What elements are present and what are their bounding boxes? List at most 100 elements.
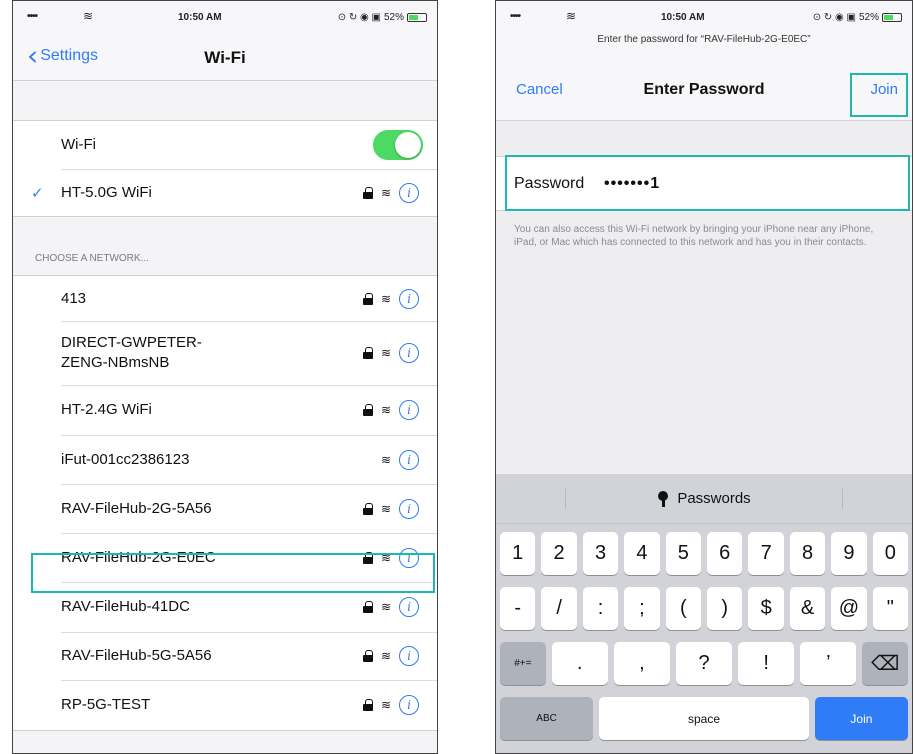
key-0[interactable]: 0 <box>872 532 909 575</box>
password-sharing-note: You can also access this Wi-Fi network b… <box>514 224 874 248</box>
key-close-paren[interactable]: ) <box>707 587 743 630</box>
key-dollar[interactable]: $ <box>748 587 784 630</box>
key-9[interactable]: 9 <box>831 532 867 575</box>
key-quote[interactable]: " <box>872 587 909 630</box>
wifi-status-icon: ≋ <box>566 9 577 23</box>
info-icon[interactable]: i <box>399 597 419 617</box>
wifi-signal-icon: ≋ <box>380 452 391 467</box>
info-icon[interactable]: i <box>399 695 419 715</box>
wifi-settings-screen: •••• ≋ 10:50 AM ⊙ ↻ ◉ ▣ 52% ‹ Settings W… <box>12 0 438 754</box>
wifi-signal-icon: ≋ <box>380 698 391 712</box>
key-8[interactable]: 8 <box>789 532 826 575</box>
network-list: 413 ≋ i DIRECT-GWPETER- ZENG-NBmsNB ≋ i HT… <box>13 275 437 731</box>
quicktype-bar[interactable]: Passwords <box>496 474 912 524</box>
network-row[interactable]: iFut-001cc2386123 ≋ i <box>13 435 437 484</box>
wifi-status-icon: ≋ <box>83 9 94 23</box>
lock-icon <box>362 347 373 359</box>
key-4[interactable]: 4 <box>624 532 660 575</box>
key-6[interactable]: 6 <box>707 532 743 575</box>
info-icon[interactable]: i <box>399 646 419 666</box>
join-button-highlight <box>850 73 908 117</box>
keyboard-join-key[interactable]: Join <box>814 697 908 740</box>
network-row[interactable]: RP-5G-TEST ≋ i <box>13 680 437 730</box>
key-2[interactable]: 2 <box>541 532 577 575</box>
network-name: RP-5G-TEST <box>61 696 151 713</box>
key-5[interactable]: 5 <box>665 532 702 575</box>
info-icon[interactable]: i <box>399 182 419 203</box>
key-comma[interactable]: , <box>613 642 670 685</box>
info-icon[interactable]: i <box>399 288 419 309</box>
wifi-signal-icon: ≋ <box>380 185 391 200</box>
status-right: ⊙ ↻ ◉ ▣ 52% <box>813 12 902 23</box>
selected-network-highlight <box>31 553 435 593</box>
battery-percent: 52% <box>383 12 404 23</box>
network-row[interactable]: 413 ≋ i <box>13 276 437 321</box>
wifi-signal-icon: ≋ <box>380 403 391 417</box>
lock-icon <box>362 404 373 416</box>
info-icon[interactable]: i <box>399 400 419 420</box>
delete-key-icon[interactable]: ⌫ <box>862 642 909 685</box>
key-3[interactable]: 3 <box>582 532 619 575</box>
wifi-toggle[interactable] <box>373 130 423 160</box>
cellular-signal-icon: •••• <box>510 11 521 22</box>
wifi-signal-icon: ≋ <box>380 346 391 360</box>
battery-icon <box>407 13 427 22</box>
connected-network-row[interactable]: ✓ HT-5.0G WiFi ≋ i <box>13 169 437 216</box>
info-icon[interactable]: i <box>399 343 419 363</box>
space-key[interactable]: space <box>599 697 809 740</box>
network-row[interactable]: RAV-FileHub-2G-5A56 ≋ i <box>13 484 437 533</box>
status-indicators: ⊙ ↻ ◉ ▣ <box>337 12 381 23</box>
lock-icon <box>362 186 373 199</box>
network-name: RAV-FileHub-5G-5A56 <box>61 647 212 664</box>
info-icon[interactable]: i <box>399 449 419 470</box>
key-open-paren[interactable]: ( <box>665 587 702 630</box>
key-hyphen[interactable]: - <box>500 587 536 630</box>
toggle-knob <box>395 132 421 158</box>
wifi-group: Wi-Fi ✓ HT-5.0G WiFi ≋ i <box>13 120 437 217</box>
key-question[interactable]: ? <box>675 642 733 685</box>
wifi-signal-icon: ≋ <box>380 600 391 614</box>
status-time: 10:50 AM <box>178 12 222 23</box>
key-apostrophe[interactable]: ’ <box>800 642 857 685</box>
key-period[interactable]: . <box>551 642 608 685</box>
status-time: 10:50 AM <box>661 12 705 23</box>
key-at[interactable]: @ <box>831 587 867 630</box>
lock-icon <box>362 502 373 515</box>
network-name: RAV-FileHub-2G-5A56 <box>61 499 212 517</box>
key-1[interactable]: 1 <box>500 532 536 575</box>
lock-icon <box>362 292 373 305</box>
key-ampersand[interactable]: & <box>789 587 826 630</box>
wifi-toggle-row: Wi-Fi <box>13 121 437 169</box>
lock-icon <box>362 601 373 613</box>
network-name: 413 <box>61 289 87 307</box>
symbols-shift-key[interactable]: #+= <box>500 642 546 685</box>
lock-icon <box>362 699 373 711</box>
wifi-signal-icon: ≋ <box>380 291 391 306</box>
key-semicolon[interactable]: ; <box>624 587 660 630</box>
info-icon[interactable]: i <box>399 498 419 519</box>
abc-key[interactable]: ABC <box>500 697 594 740</box>
key-colon[interactable]: : <box>582 587 619 630</box>
key-slash[interactable]: / <box>541 587 577 630</box>
network-name: RAV-FileHub-41DC <box>61 598 190 615</box>
passwords-suggestion[interactable]: Passwords <box>677 490 750 507</box>
network-name-line2: ZENG-NBmsNB <box>61 354 170 371</box>
network-row[interactable]: DIRECT-GWPETER- ZENG-NBmsNB ≋ i <box>13 321 437 385</box>
key-exclamation[interactable]: ! <box>738 642 795 685</box>
network-name: HT-2.4G WiFi <box>61 401 152 418</box>
status-indicators: ⊙ ↻ ◉ ▣ <box>812 12 856 23</box>
password-field-highlight <box>505 155 910 211</box>
cellular-signal-icon: •••• <box>27 11 38 22</box>
wifi-toggle-label: Wi-Fi <box>61 136 96 153</box>
status-bar: •••• ≋ 10:50 AM ⊙ ↻ ◉ ▣ 52% <box>496 1 912 34</box>
symbol-row: - / : ; ( ) $ & @ " <box>500 587 909 630</box>
bottom-row: ABC space Join <box>500 697 908 740</box>
status-right: ⊙ ↻ ◉ ▣ 52% <box>338 12 427 23</box>
section-header: CHOOSE A NETWORK... <box>35 253 149 264</box>
status-bar: •••• ≋ 10:50 AM ⊙ ↻ ◉ ▣ 52% <box>13 1 437 34</box>
key-icon <box>657 490 669 507</box>
network-row[interactable]: RAV-FileHub-5G-5A56 ≋ i <box>13 632 437 680</box>
network-row[interactable]: HT-2.4G WiFi ≋ i <box>13 385 437 435</box>
key-7[interactable]: 7 <box>748 532 784 575</box>
battery-percent: 52% <box>858 12 879 23</box>
